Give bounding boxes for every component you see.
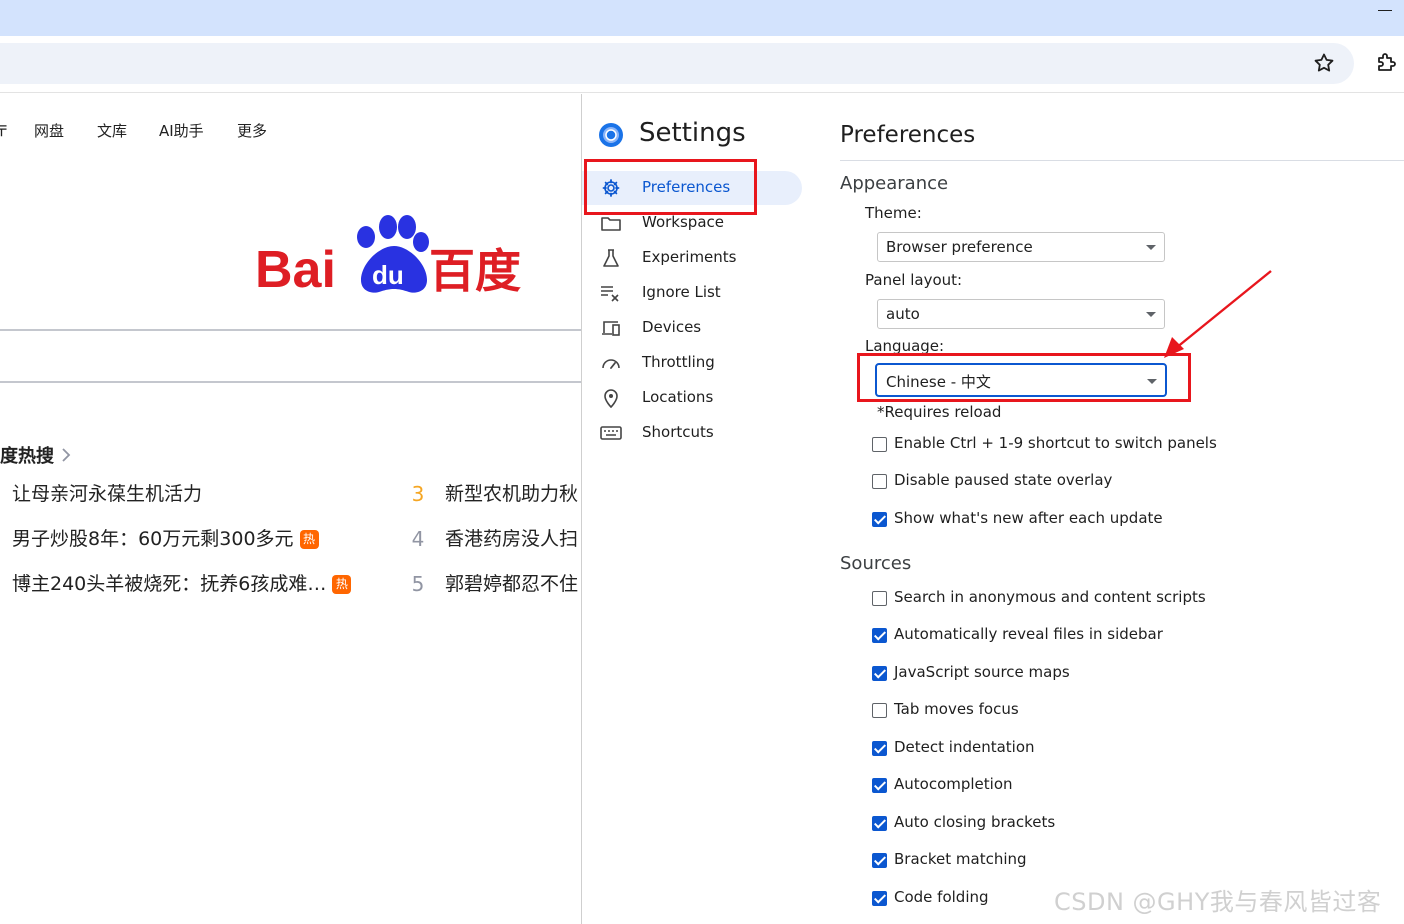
sidebar-item-experiments[interactable]: Experiments — [582, 241, 802, 275]
sidebar-item-label: Shortcuts — [642, 423, 714, 441]
devtools-settings: Settings Preferences Workspace Experimen… — [582, 94, 1404, 924]
sidebar-item-locations[interactable]: Locations — [582, 381, 802, 415]
bookmark-star-icon[interactable] — [1312, 51, 1336, 75]
hot-item[interactable]: 新型农机助力秋 — [445, 481, 578, 507]
theme-label: Theme: — [865, 204, 922, 222]
flask-icon — [603, 249, 619, 267]
svg-text:du: du — [372, 260, 404, 290]
section-heading-appearance: Appearance — [840, 173, 949, 194]
hot-item[interactable]: 男子炒股8年：60万元剩300多元热 — [12, 526, 319, 552]
checkbox[interactable] — [872, 703, 887, 718]
chevron-down-icon — [1146, 245, 1156, 250]
checkbox-checked[interactable] — [872, 891, 887, 906]
checkbox-checked[interactable] — [872, 778, 887, 793]
svg-text:Bai: Bai — [255, 241, 336, 299]
sidebar-item-label: Workspace — [642, 213, 724, 231]
annotation-arrow — [1164, 270, 1272, 358]
baidu-page: 〒 网盘 文库 AI助手 更多 Bai du 百度 度热搜 让母亲河永葆生机活力… — [0, 94, 581, 924]
checkbox-checked[interactable] — [872, 853, 887, 868]
hot-item[interactable]: 让母亲河永葆生机活力 — [12, 481, 202, 507]
sidebar-item-label: Devices — [642, 318, 702, 336]
hot-item[interactable]: 香港药房没人扫 — [445, 526, 578, 552]
section-heading-sources: Sources — [840, 553, 912, 574]
hot-rank: 4 — [411, 527, 425, 551]
nav-link-more[interactable]: 更多 — [237, 120, 267, 141]
baidu-logo[interactable]: Bai du 百度 — [255, 210, 525, 300]
nav-link-pan[interactable]: 网盘 — [34, 120, 64, 141]
checkbox-checked[interactable] — [872, 512, 887, 527]
nav-link-wenku[interactable]: 文库 — [97, 120, 127, 141]
sidebar-item-label: Ignore List — [642, 283, 721, 301]
theme-select[interactable]: Browser preference — [877, 232, 1165, 262]
checkbox[interactable] — [872, 474, 887, 489]
browser-title-bar — [0, 0, 1404, 36]
checkbox[interactable] — [872, 437, 887, 452]
checkbox-checked[interactable] — [872, 741, 887, 756]
minimize-icon[interactable] — [1378, 10, 1392, 11]
sidebar-item-devices[interactable]: Devices — [582, 311, 802, 345]
title-divider — [840, 160, 1404, 161]
address-bar[interactable] — [0, 43, 1354, 84]
folder-icon — [601, 217, 621, 231]
page-title: Preferences — [840, 122, 976, 148]
requires-reload-note: *Requires reload — [877, 403, 1002, 421]
devices-icon — [602, 321, 620, 336]
sidebar-item-ignore-list[interactable]: Ignore List — [582, 276, 802, 310]
search-box[interactable] — [0, 329, 581, 383]
nav-link-partial[interactable]: 〒 — [0, 120, 9, 141]
hot-rank: 5 — [411, 572, 425, 596]
sidebar-item-throttling[interactable]: Throttling — [582, 346, 802, 380]
gauge-icon — [602, 359, 620, 369]
panel-layout-label: Panel layout: — [865, 271, 963, 289]
screen: 〒 网盘 文库 AI助手 更多 Bai du 百度 度热搜 让母亲河永葆生机活力… — [0, 0, 1404, 924]
hot-badge: 热 — [332, 575, 352, 594]
sidebar-item-label: Experiments — [642, 248, 737, 266]
sidebar-item-label: Throttling — [642, 353, 715, 371]
highlight-box-language — [857, 353, 1191, 402]
checkbox-checked[interactable] — [872, 666, 887, 681]
checkbox[interactable] — [872, 591, 887, 606]
ignore-list-icon — [601, 286, 619, 302]
sidebar-item-shortcuts[interactable]: Shortcuts — [582, 416, 802, 450]
extensions-icon[interactable] — [1374, 51, 1398, 75]
hot-search-title[interactable]: 度热搜 — [0, 442, 54, 468]
settings-title: Settings — [639, 118, 746, 148]
hot-badge: 热 — [299, 530, 319, 549]
location-pin-icon — [604, 389, 618, 408]
nav-link-ai[interactable]: AI助手 — [159, 120, 204, 141]
svg-text:百度: 百度 — [429, 244, 521, 298]
chevron-right-icon[interactable] — [60, 446, 72, 464]
highlight-box-preferences — [584, 159, 757, 215]
checkbox-checked[interactable] — [872, 816, 887, 831]
hot-item[interactable]: 郭碧婷都忍不住 — [445, 571, 578, 597]
watermark: CSDN @GHY我与春风皆过客 — [1054, 888, 1382, 916]
sidebar-item-label: Locations — [642, 388, 714, 406]
hot-rank: 3 — [411, 482, 425, 506]
browser-toolbar — [0, 36, 1404, 93]
hot-item[interactable]: 博主240头羊被烧死：抚养6孩成难… 热 — [12, 571, 352, 597]
keyboard-icon — [600, 426, 622, 440]
panel-layout-select[interactable]: auto — [877, 299, 1165, 329]
checkbox-checked[interactable] — [872, 628, 887, 643]
chrome-devtools-logo-icon — [599, 123, 623, 147]
